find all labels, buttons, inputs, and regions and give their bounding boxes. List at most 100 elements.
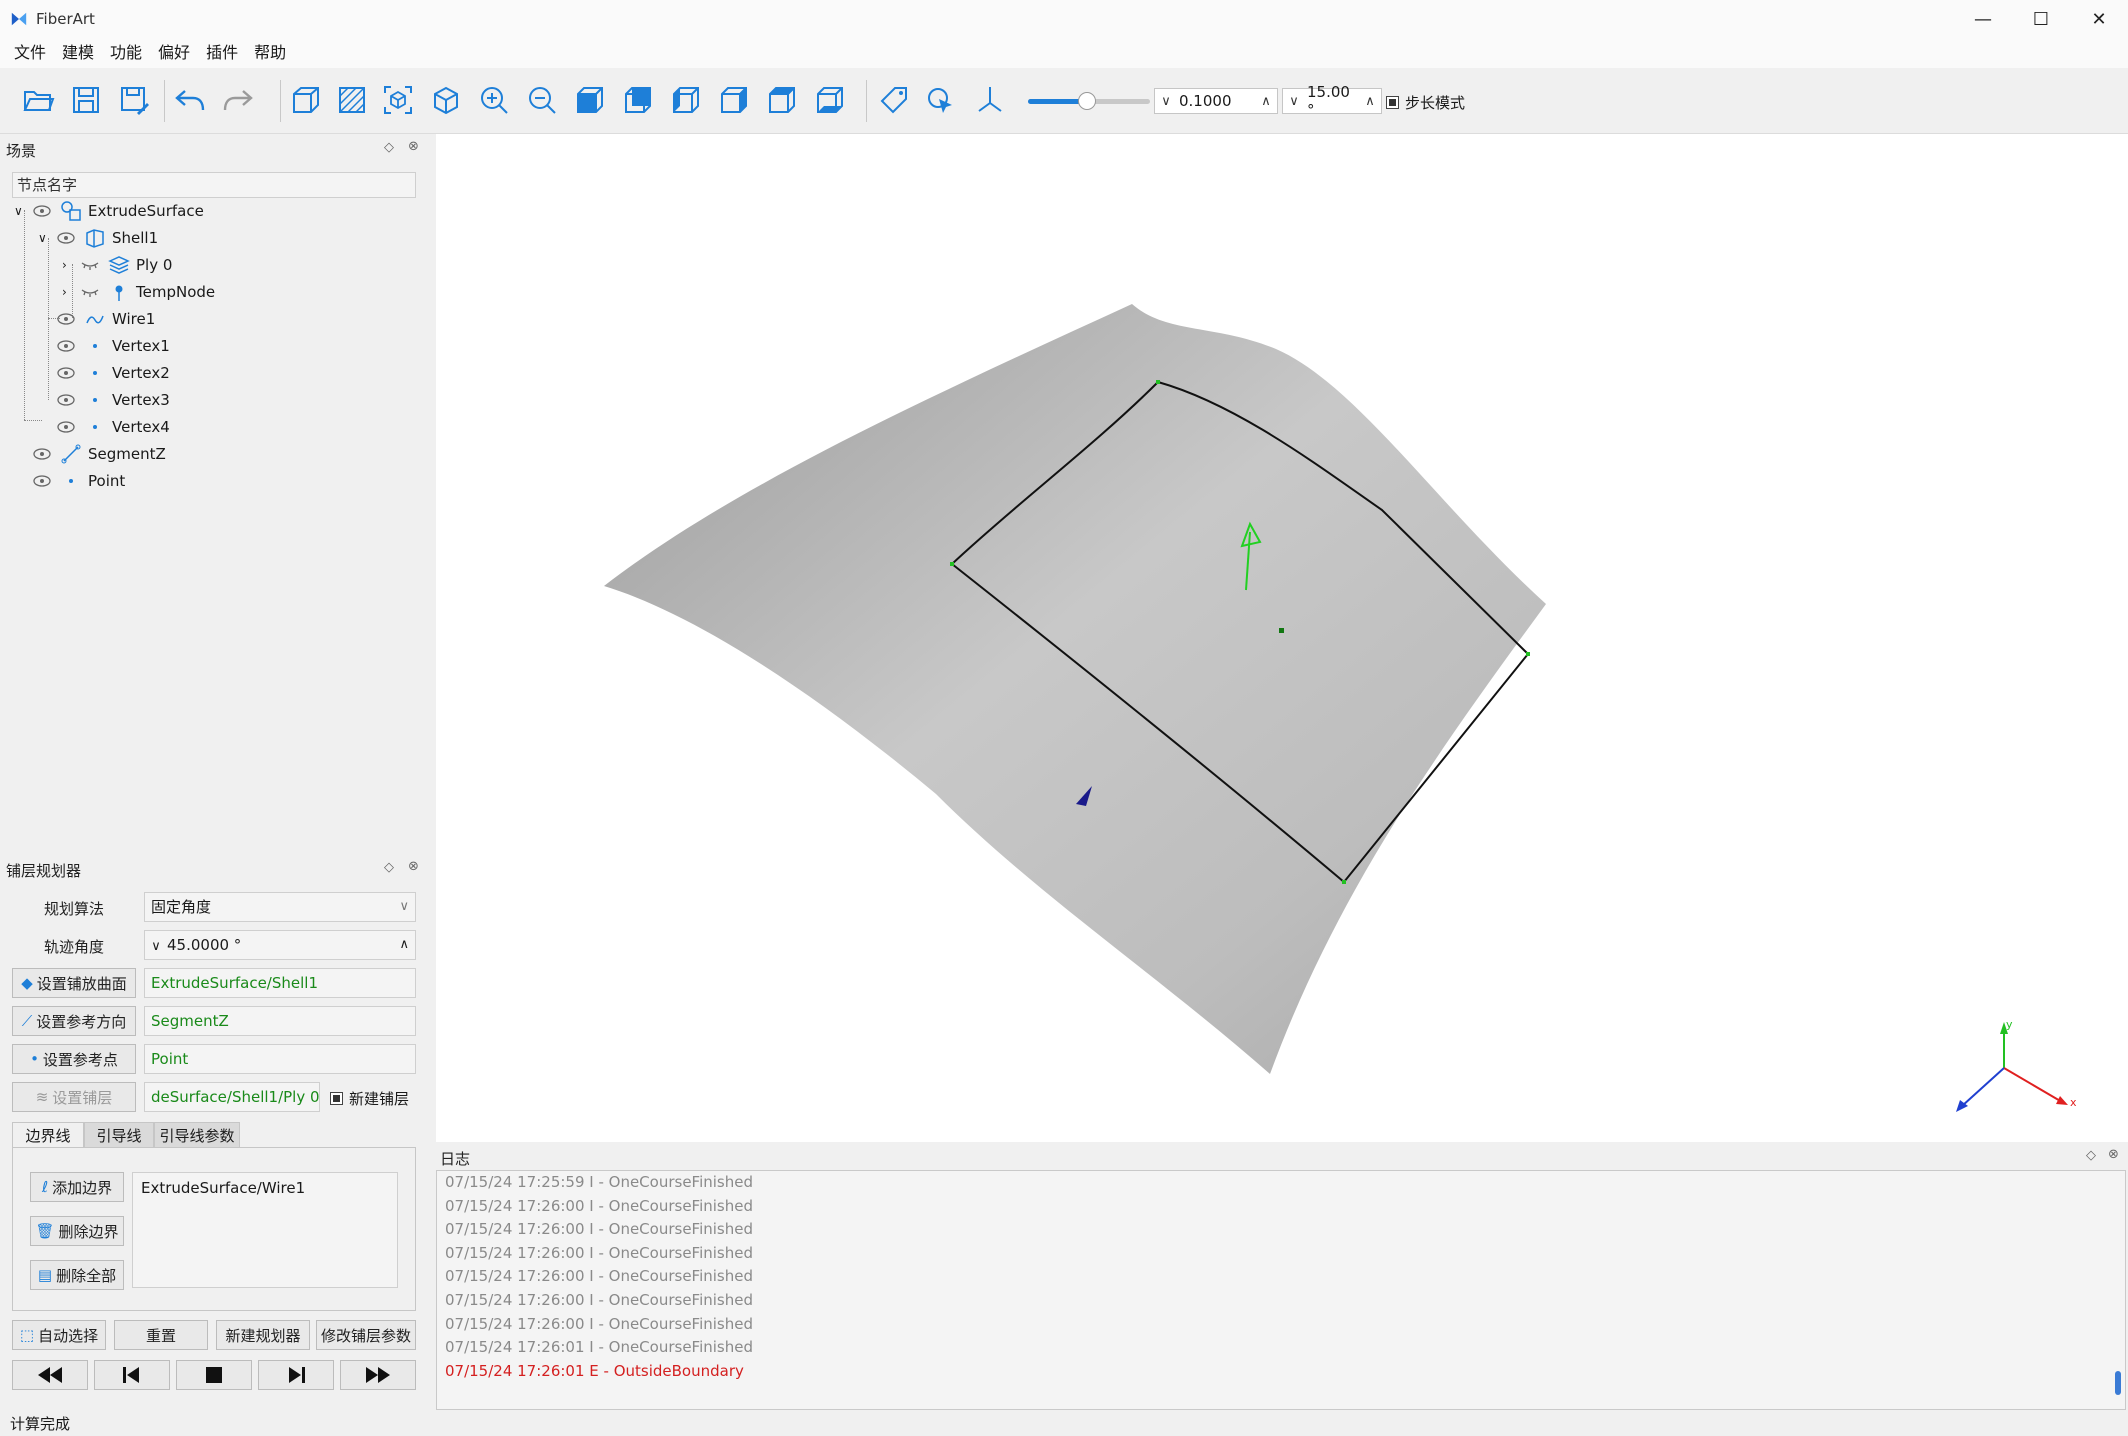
minimize-button[interactable]: — bbox=[1954, 0, 2012, 38]
view-wireframe-button[interactable] bbox=[286, 80, 326, 120]
menu-plugins[interactable]: 插件 bbox=[198, 38, 246, 68]
vertex-marker[interactable] bbox=[1526, 652, 1530, 656]
tree-node-vertex1[interactable]: Vertex1 bbox=[54, 333, 170, 359]
zoom-in-button[interactable] bbox=[474, 80, 514, 120]
tree-node-ply0[interactable]: › Ply 0 bbox=[62, 252, 172, 278]
slider-handle[interactable] bbox=[1077, 92, 1096, 110]
zoom-out-button[interactable] bbox=[522, 80, 562, 120]
view-front-button[interactable] bbox=[570, 80, 610, 120]
reference-point[interactable] bbox=[1279, 628, 1284, 633]
save-as-button[interactable] bbox=[114, 80, 154, 120]
eye-icon[interactable] bbox=[54, 365, 78, 381]
view-left-button[interactable] bbox=[666, 80, 706, 120]
delete-all-button[interactable]: ▤ 删除全部 bbox=[30, 1260, 124, 1290]
delete-boundary-button[interactable]: 🗑 删除边界 bbox=[30, 1216, 124, 1246]
redo-button[interactable] bbox=[218, 80, 258, 120]
eye-closed-icon[interactable] bbox=[78, 257, 102, 273]
view-bottom-button[interactable] bbox=[810, 80, 850, 120]
maximize-button[interactable]: ☐ bbox=[2012, 0, 2070, 38]
undo-button[interactable] bbox=[170, 80, 210, 120]
eye-icon[interactable] bbox=[30, 203, 54, 219]
step-backward-button[interactable] bbox=[94, 1360, 170, 1390]
vertex-marker[interactable] bbox=[1156, 380, 1160, 384]
eye-icon[interactable] bbox=[30, 473, 54, 489]
chevron-right-icon[interactable]: › bbox=[62, 258, 78, 272]
auto-select-button[interactable]: ⬚ 自动选择 bbox=[12, 1320, 106, 1350]
eye-icon[interactable] bbox=[54, 230, 78, 246]
log-scrollbar[interactable] bbox=[2115, 1371, 2121, 1395]
eye-icon[interactable] bbox=[54, 392, 78, 408]
chevron-down-icon[interactable]: ∨ bbox=[399, 893, 409, 921]
close-panel-icon[interactable]: ⊗ bbox=[2108, 1147, 2119, 1162]
fast-forward-button[interactable] bbox=[340, 1360, 416, 1390]
close-panel-icon[interactable]: ⊗ bbox=[408, 859, 419, 874]
chevron-down-icon[interactable]: ∨ bbox=[145, 933, 167, 959]
viewport-canvas[interactable]: y x bbox=[436, 134, 2128, 1142]
log-output[interactable]: 07/15/24 17:25:59 I - OneCourseFinished 0… bbox=[436, 1170, 2126, 1410]
menu-file[interactable]: 文件 bbox=[6, 38, 54, 68]
close-panel-icon[interactable]: ⊗ bbox=[408, 139, 419, 154]
tree-node-tempnode[interactable]: › TempNode bbox=[62, 279, 215, 305]
new-ply-checkbox[interactable]: 新建铺层 bbox=[330, 1088, 409, 1109]
close-window-button[interactable]: ✕ bbox=[2070, 0, 2128, 38]
save-button[interactable] bbox=[66, 80, 106, 120]
chevron-down-icon[interactable]: ∨ bbox=[14, 204, 30, 218]
float-panel-icon[interactable]: ◇ bbox=[384, 140, 394, 155]
checkbox-checked-icon[interactable] bbox=[1386, 96, 1399, 109]
stop-button[interactable] bbox=[176, 1360, 252, 1390]
eye-icon[interactable] bbox=[54, 338, 78, 354]
tree-node-extrudesurface[interactable]: ∨ ExtrudeSurface bbox=[14, 198, 204, 224]
add-boundary-button[interactable]: ℓ 添加边界 bbox=[30, 1172, 124, 1202]
chevron-right-icon[interactable]: › bbox=[62, 285, 78, 299]
new-planner-button[interactable]: 新建规划器 bbox=[216, 1320, 310, 1350]
ply-field[interactable]: deSurface/Shell1/Ply 0 bbox=[144, 1082, 320, 1112]
extruded-surface[interactable] bbox=[604, 304, 1546, 1074]
tree-node-shell1[interactable]: ∨ Shell1 bbox=[38, 225, 158, 251]
set-point-button[interactable]: • 设置参考点 bbox=[12, 1044, 136, 1074]
eye-icon[interactable] bbox=[54, 419, 78, 435]
view-back-button[interactable] bbox=[618, 80, 658, 120]
3d-viewport[interactable]: y x bbox=[436, 134, 2128, 1142]
select-point-button[interactable] bbox=[920, 80, 960, 120]
menu-preferences[interactable]: 偏好 bbox=[150, 38, 198, 68]
reset-button[interactable]: 重置 bbox=[114, 1320, 208, 1350]
direction-field[interactable]: SegmentZ bbox=[144, 1006, 416, 1036]
menu-modeling[interactable]: 建模 bbox=[54, 38, 102, 68]
trajectory-angle-spinbox[interactable]: ∨ 45.0000 ° ∧ bbox=[144, 930, 416, 960]
tree-node-vertex2[interactable]: Vertex2 bbox=[54, 360, 170, 386]
set-surface-button[interactable]: ◆ 设置铺放曲面 bbox=[12, 968, 136, 998]
node-name-filter[interactable]: 节点名字 bbox=[12, 172, 416, 198]
surface-field[interactable]: ExtrudeSurface/Shell1 bbox=[144, 968, 416, 998]
menu-help[interactable]: 帮助 bbox=[246, 38, 294, 68]
fast-backward-button[interactable] bbox=[12, 1360, 88, 1390]
modify-params-button[interactable]: 修改铺层参数 bbox=[316, 1320, 416, 1350]
tree-node-segmentz[interactable]: SegmentZ bbox=[30, 441, 166, 467]
tag-button[interactable] bbox=[874, 80, 914, 120]
step-slider[interactable] bbox=[1028, 92, 1150, 110]
tab-guide-line[interactable]: 引导线 bbox=[84, 1122, 154, 1148]
view-right-button[interactable] bbox=[714, 80, 754, 120]
open-button[interactable] bbox=[18, 80, 58, 120]
vertex-marker[interactable] bbox=[950, 562, 954, 566]
set-ply-button[interactable]: ≋ 设置铺层 bbox=[12, 1082, 136, 1112]
eye-closed-icon[interactable] bbox=[78, 284, 102, 300]
step-forward-button[interactable] bbox=[258, 1360, 334, 1390]
fit-all-button[interactable] bbox=[378, 80, 418, 120]
angle-spinbox[interactable]: ∨ 15.00 ° ∧ bbox=[1282, 83, 1382, 119]
tree-node-point[interactable]: Point bbox=[30, 468, 125, 494]
tree-node-wire1[interactable]: Wire1 bbox=[54, 306, 155, 332]
set-direction-button[interactable]: ⟋ 设置参考方向 bbox=[12, 1006, 136, 1036]
checkbox-checked-icon[interactable] bbox=[330, 1092, 343, 1105]
step-mode-checkbox[interactable]: 步长模式 bbox=[1386, 92, 1465, 113]
vertex-marker[interactable] bbox=[1342, 880, 1346, 884]
boundary-list[interactable]: ExtrudeSurface/Wire1 bbox=[132, 1172, 398, 1288]
algorithm-select[interactable]: 固定角度 ∨ bbox=[144, 892, 416, 922]
view-top-button[interactable] bbox=[762, 80, 802, 120]
list-item[interactable]: ExtrudeSurface/Wire1 bbox=[141, 1179, 389, 1197]
tree-node-vertex4[interactable]: Vertex4 bbox=[54, 414, 170, 440]
float-panel-icon[interactable]: ◇ bbox=[384, 860, 394, 875]
step-spinbox[interactable]: ∨ 0.1000 ∧ bbox=[1154, 88, 1278, 114]
chevron-down-icon[interactable]: ∨ bbox=[1283, 94, 1305, 109]
chevron-down-icon[interactable]: ∨ bbox=[38, 231, 54, 245]
point-field[interactable]: Point bbox=[144, 1044, 416, 1074]
